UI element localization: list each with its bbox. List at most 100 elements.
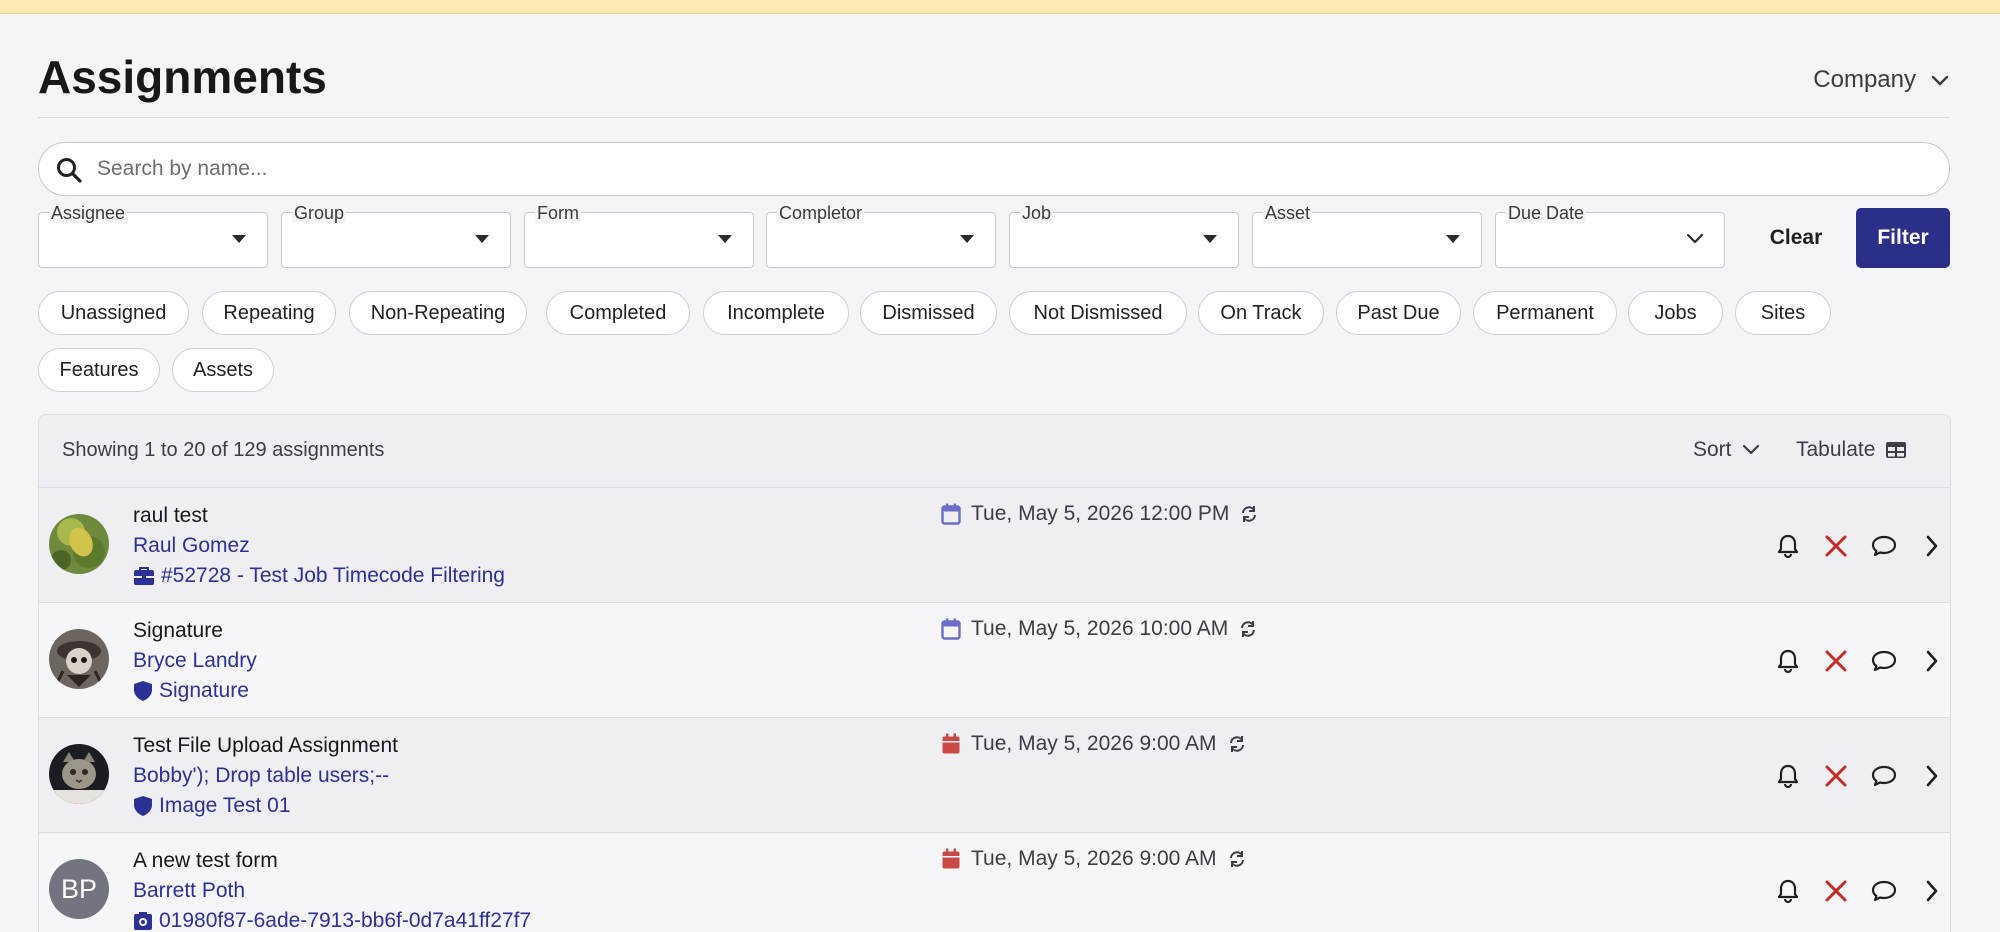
comment-icon[interactable] [1860,875,1908,907]
caret-down-icon [960,235,974,243]
bell-icon[interactable] [1764,875,1812,907]
search-icon [55,156,83,189]
chip-non-repeating[interactable]: Non-Repeating [349,291,527,335]
dismiss-icon[interactable] [1812,645,1860,677]
chevron-right-icon[interactable] [1908,645,1950,677]
row-actions [1764,875,1950,907]
chevron-down-icon [1742,444,1759,455]
chevron-down-icon [1931,75,1949,86]
chevron-right-icon[interactable] [1908,760,1950,792]
sort-label: Sort [1693,438,1732,461]
group-filter-label: Group [292,203,347,223]
due-date-filter[interactable]: Due Date [1495,203,1725,268]
completor-filter-label: Completor [777,203,865,223]
chip-dismissed[interactable]: Dismissed [860,291,997,335]
dismiss-icon[interactable] [1812,760,1860,792]
row-actions [1764,760,1950,792]
search-input[interactable] [97,143,1917,194]
chip-repeating[interactable]: Repeating [202,291,336,335]
group-filter[interactable]: Group [281,203,511,268]
chip-sites[interactable]: Sites [1735,291,1831,335]
bell-icon[interactable] [1764,530,1812,562]
asset-filter[interactable]: Asset [1252,203,1482,268]
comment-icon[interactable] [1860,760,1908,792]
form-filter-label: Form [535,203,581,223]
caret-down-icon [475,235,489,243]
assignee-link[interactable]: Bryce Landry [133,649,257,673]
avatar: BP [49,859,109,919]
chip-completed[interactable]: Completed [546,291,690,335]
filter-button[interactable]: Filter [1856,208,1950,268]
due-date: Tue, May 5, 2026 12:00 PM [941,502,1259,526]
due-date: Tue, May 5, 2026 9:00 AM [941,847,1247,871]
tabulate-button[interactable]: Tabulate [1796,438,1907,462]
chip-assets[interactable]: Assets [172,348,274,392]
form-link[interactable]: Image Test 01 [133,794,291,818]
due-date-filter-label: Due Date [1506,203,1587,223]
chevron-right-icon[interactable] [1908,530,1950,562]
comment-icon[interactable] [1860,645,1908,677]
briefcase-icon [134,567,154,585]
asset-filter-label: Asset [1263,203,1313,223]
assignment-title: raul test [133,504,208,527]
calendar-icon [942,848,960,869]
job-link[interactable]: #52728 - Test Job Timecode Filtering [133,564,505,588]
due-date-text: Tue, May 5, 2026 9:00 AM [971,732,1217,755]
assignee-link[interactable]: Raul Gomez [133,534,250,558]
repeat-icon [1241,621,1256,637]
assignments-list: Showing 1 to 20 of 129 assignments Sort … [38,414,1951,932]
job-label: #52728 - Test Job Timecode Filtering [161,564,505,587]
chip-past-due[interactable]: Past Due [1336,291,1461,335]
row-actions [1764,530,1950,562]
company-select[interactable]: Company [1813,66,1950,94]
assignee-link[interactable]: Bobby'); Drop table users;-- [133,764,389,788]
assignment-row[interactable]: Signature Bryce Landry Signature Tue, Ma… [39,603,1950,718]
avatar [49,514,109,574]
assignee-filter[interactable]: Assignee [38,203,268,268]
repeat-icon [1229,736,1244,752]
due-date: Tue, May 5, 2026 9:00 AM [941,732,1247,756]
page-title: Assignments [38,51,327,103]
assignment-row[interactable]: BP A new test form Barrett Poth 01980f87… [39,833,1950,932]
top-banner [0,0,2000,14]
sort-button[interactable]: Sort [1693,438,1760,462]
chip-jobs[interactable]: Jobs [1628,291,1723,335]
form-filter[interactable]: Form [524,203,754,268]
bell-icon[interactable] [1764,645,1812,677]
chip-not-dismissed[interactable]: Not Dismissed [1009,291,1187,335]
assignment-row[interactable]: raul test Raul Gomez #52728 - Test Job T… [39,488,1950,603]
asset-link[interactable]: 01980f87-6ade-7913-bb6f-0d7a41ff27f7 [133,909,531,932]
caret-down-icon [718,235,732,243]
job-filter[interactable]: Job [1009,203,1239,268]
assignment-row[interactable]: Test File Upload Assignment Bobby'); Dro… [39,718,1950,833]
form-link[interactable]: Signature [133,679,249,703]
chip-features[interactable]: Features [38,348,160,392]
tabulate-label: Tabulate [1796,438,1876,461]
dismiss-icon[interactable] [1812,875,1860,907]
repeat-icon [1229,851,1244,867]
caret-down-icon [1446,235,1460,243]
chevron-down-icon [1686,233,1704,244]
chip-permanent[interactable]: Permanent [1473,291,1617,335]
chip-on-track[interactable]: On Track [1198,291,1324,335]
comment-icon[interactable] [1860,530,1908,562]
search-bar [38,142,1950,196]
repeat-icon [1242,506,1257,522]
completor-filter[interactable]: Completor [766,203,996,268]
shield-icon [134,681,152,701]
page-header: Assignments Company [38,50,1950,118]
chip-unassigned[interactable]: Unassigned [38,291,189,335]
results-count: Showing 1 to 20 of 129 assignments [62,439,385,461]
chevron-right-icon[interactable] [1908,875,1950,907]
due-date-text: Tue, May 5, 2026 9:00 AM [971,847,1217,870]
assignee-link[interactable]: Barrett Poth [133,879,245,903]
clear-button[interactable]: Clear [1748,208,1844,268]
form-label: Image Test 01 [159,794,291,817]
assignment-title: A new test form [133,849,278,872]
calendar-icon [941,618,961,640]
bell-icon[interactable] [1764,760,1812,792]
dismiss-icon[interactable] [1812,530,1860,562]
due-date-text: Tue, May 5, 2026 10:00 AM [971,617,1229,640]
chip-incomplete[interactable]: Incomplete [703,291,849,335]
job-filter-label: Job [1020,203,1054,223]
